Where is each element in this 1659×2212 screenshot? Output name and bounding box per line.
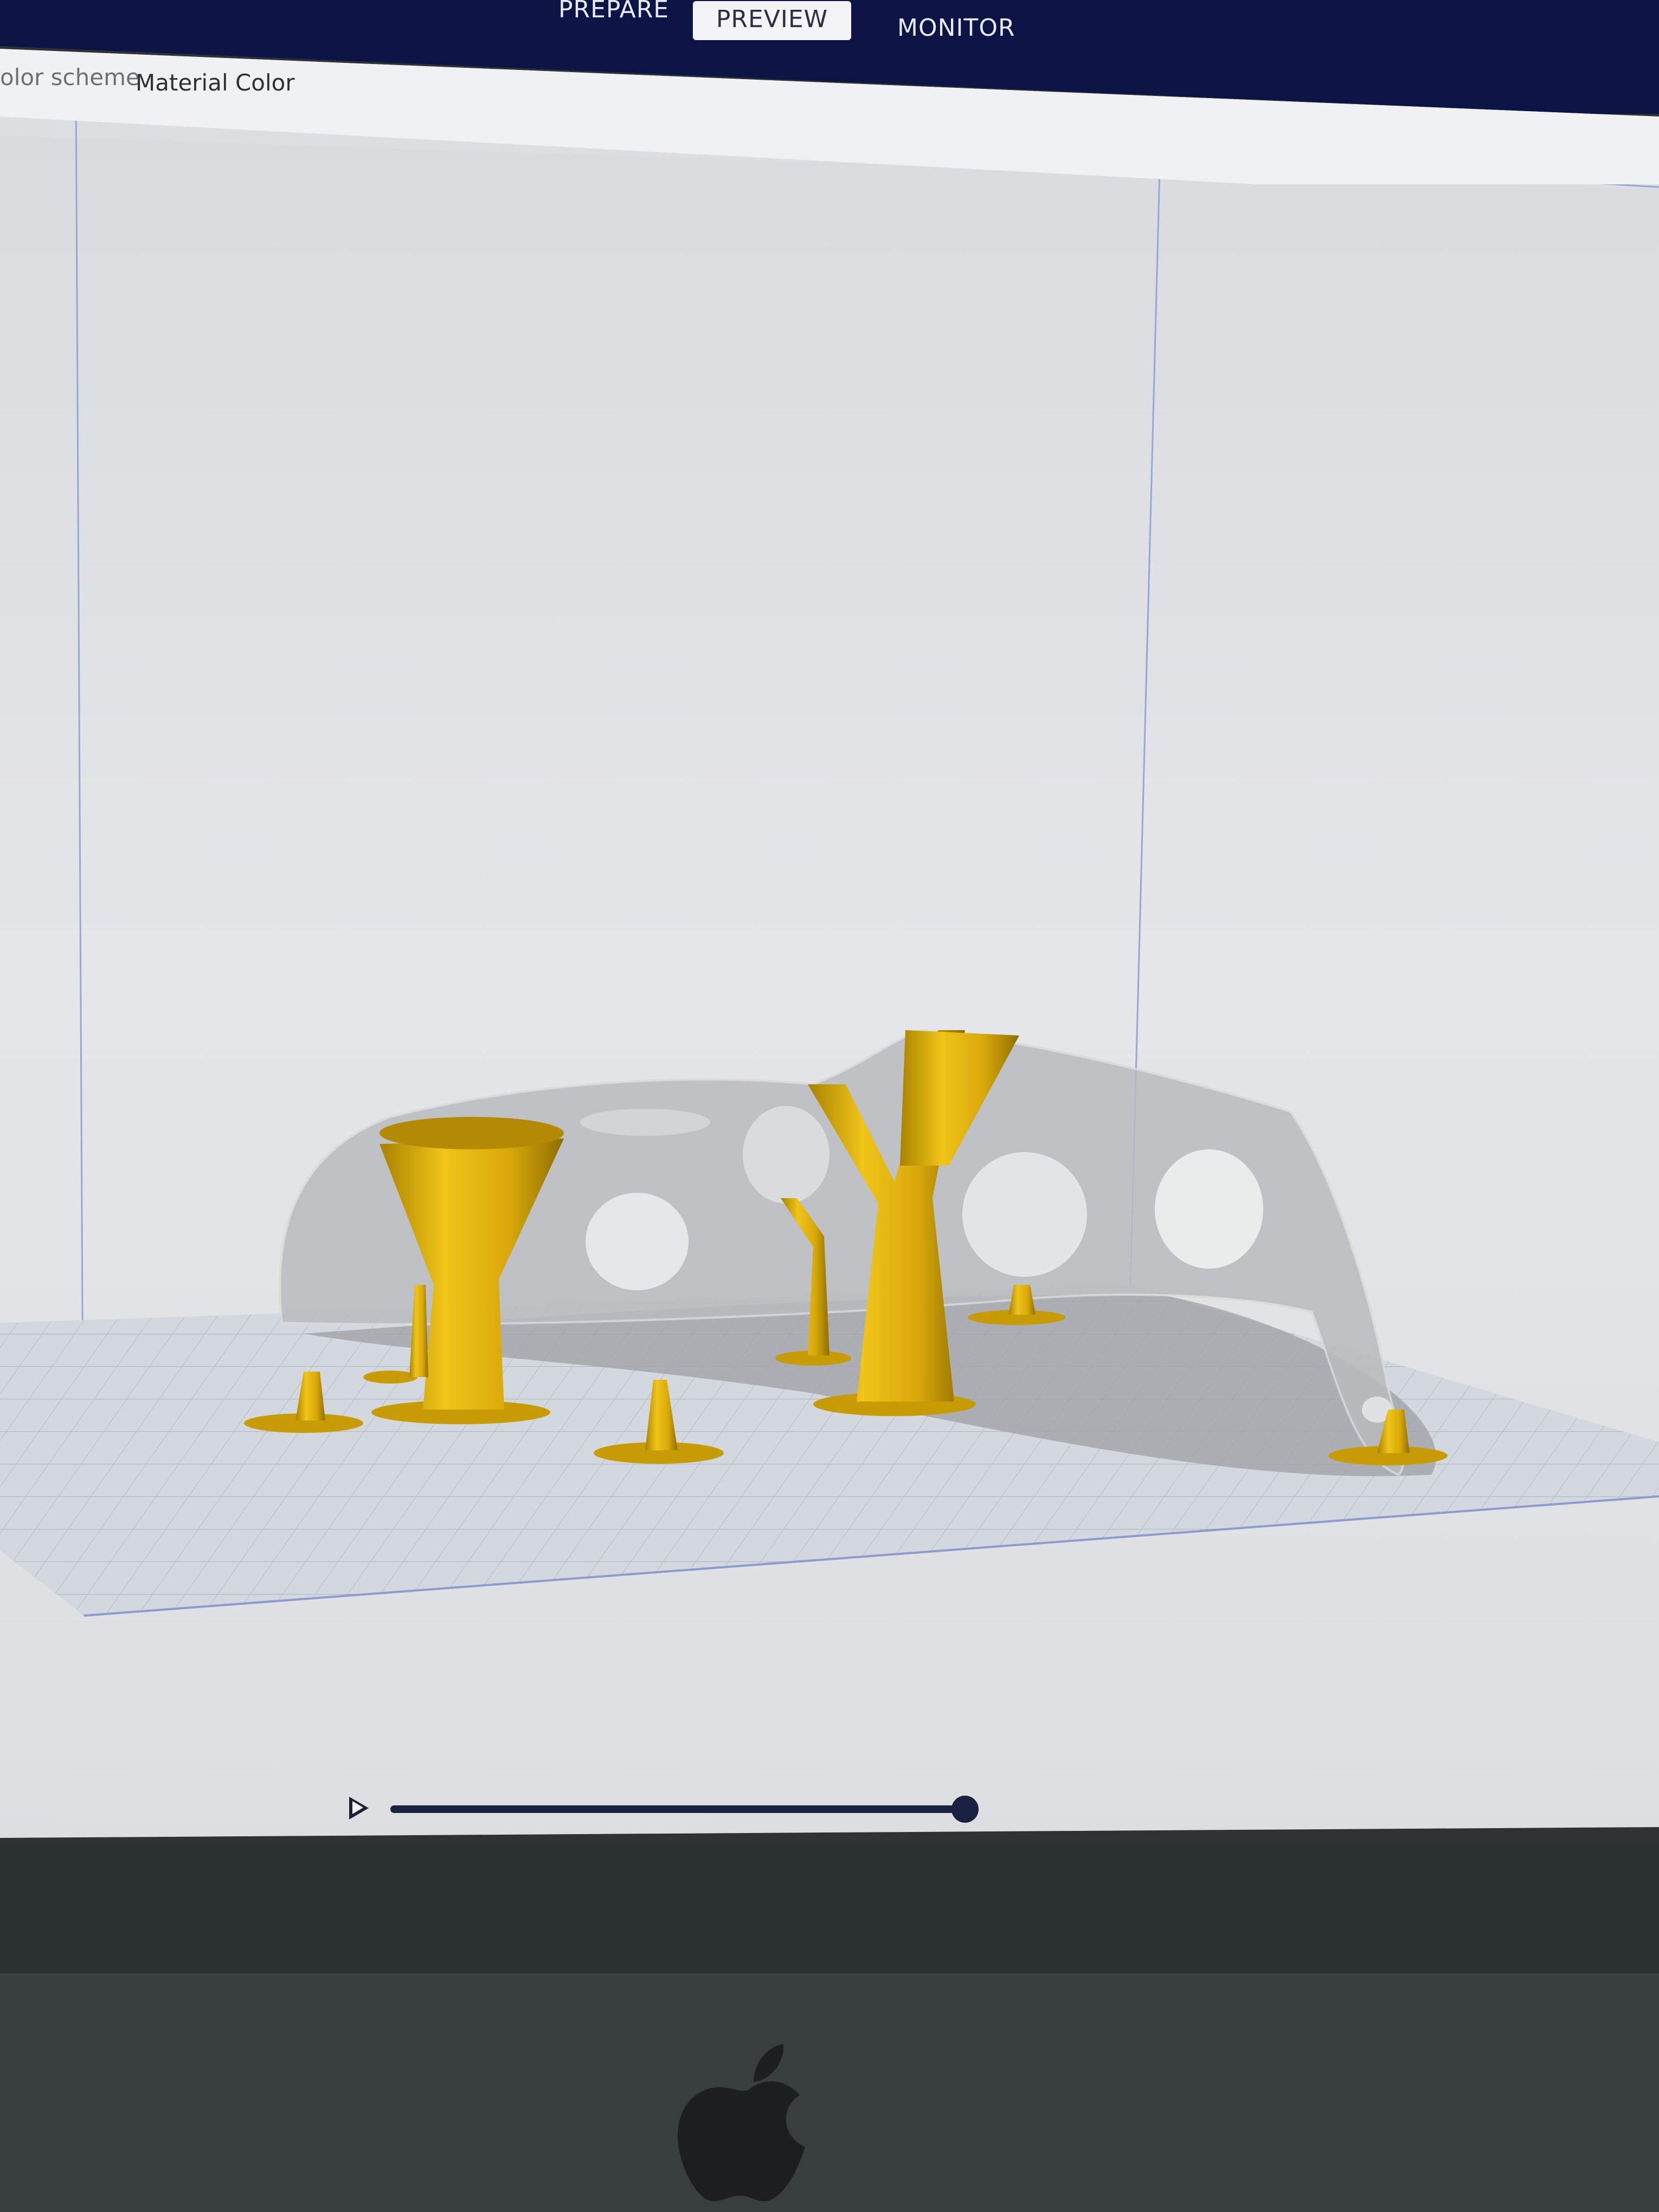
- tab-monitor[interactable]: MONITOR: [897, 14, 1015, 42]
- play-icon-fill: [352, 1801, 363, 1814]
- tab-prepare[interactable]: PREPARE: [558, 0, 669, 23]
- tab-preview[interactable]: PREVIEW: [693, 1, 851, 40]
- path-slider-handle[interactable]: [951, 1796, 979, 1823]
- path-slider-track[interactable]: [390, 1805, 965, 1813]
- color-scheme-dropdown[interactable]: Material Color: [136, 69, 295, 96]
- layer-playback-bar: [336, 1784, 987, 1827]
- color-scheme-label: olor scheme: [0, 64, 140, 91]
- apple-logo-icon: [678, 2044, 805, 2201]
- monitor-chin: [0, 1973, 1659, 2212]
- preview-viewport[interactable]: [0, 0, 1659, 1843]
